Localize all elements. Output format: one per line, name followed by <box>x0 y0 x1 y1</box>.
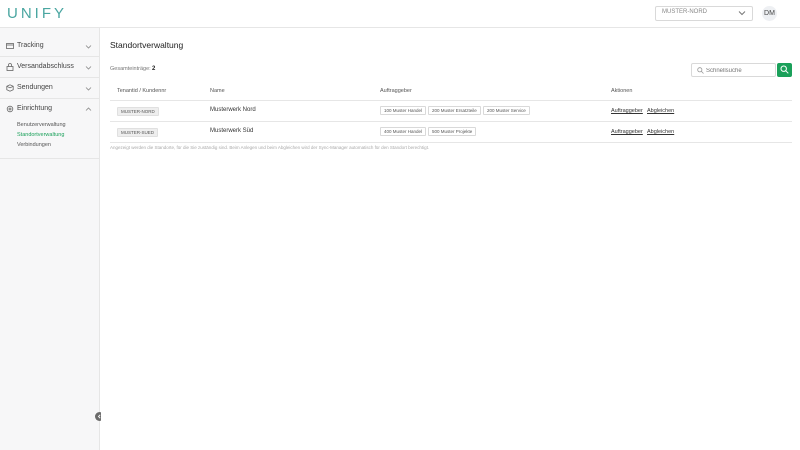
sidebar-item-einrichtung[interactable]: Einrichtung <box>0 100 100 120</box>
column-header: Name <box>210 88 225 94</box>
search-button[interactable] <box>777 63 792 77</box>
table-header: Tenantid / Kundennr Name Auftraggeber Ak… <box>110 81 792 101</box>
parcel-icon <box>6 84 14 92</box>
abgleichen-link[interactable]: Abgleichen <box>647 129 674 135</box>
tenant-select[interactable]: MUSTER-NORD <box>655 6 753 21</box>
chevron-down-icon <box>85 87 92 91</box>
sidebar-item-label: Sendungen <box>17 84 53 91</box>
chevron-down-icon <box>85 66 92 70</box>
sidebar: Tracking Versandabschluss Sendungen Einr… <box>0 28 100 450</box>
chevron-down-icon <box>738 11 746 16</box>
column-header: Aktionen <box>611 88 633 94</box>
client-chip: 500 Muster Projekte <box>428 127 477 136</box>
column-header: Tenantid / Kundennr <box>117 88 167 94</box>
sidebar-item-label: Tracking <box>17 42 44 49</box>
sidebar-subitem-benutzerverwaltung[interactable]: Benutzerverwaltung <box>17 122 66 128</box>
total-entries-count: 2 <box>152 66 156 72</box>
client-chip: 200 Muster Service <box>483 106 530 115</box>
auftraggeber-link[interactable]: Auftraggeber <box>611 129 643 135</box>
tenant-badge: MUSTER-NORD <box>117 107 159 116</box>
client-chip: 100 Muster Handel <box>380 106 427 115</box>
search-icon <box>780 65 789 74</box>
search-icon <box>697 67 704 74</box>
main-content: Standortverwaltung Gesamteinträge: 2 Ten… <box>101 28 800 450</box>
tenant-select-value: MUSTER-NORD <box>662 9 707 15</box>
chevron-down-icon <box>85 45 92 49</box>
sidebar-subitem-verbindungen[interactable]: Verbindungen <box>17 142 51 148</box>
footnote: Angezeigt werden die Standorte, für die … <box>110 145 430 150</box>
chevron-up-icon <box>85 107 92 111</box>
sidebar-item-label: Versandabschluss <box>17 63 74 70</box>
search-box[interactable] <box>691 63 776 77</box>
sidebar-item-sendungen[interactable]: Sendungen <box>0 79 100 99</box>
page-title: Standortverwaltung <box>110 40 184 50</box>
location-name: Musterwerk Nord <box>210 107 256 113</box>
lock-icon <box>6 63 14 71</box>
total-entries-label: Gesamteinträge: <box>110 66 151 72</box>
app-logo[interactable]: UNIFY <box>7 5 67 22</box>
tenant-badge: MUSTER-SUED <box>117 128 159 137</box>
client-chip: 400 Muster Handel <box>380 127 427 136</box>
top-bar: UNIFY MUSTER-NORD DM <box>0 0 800 28</box>
avatar[interactable]: DM <box>762 6 777 21</box>
sidebar-item-versandabschluss[interactable]: Versandabschluss <box>0 58 100 78</box>
client-chip: 200 Muster Ersatzteile <box>428 106 481 115</box>
sidebar-item-label: Einrichtung <box>17 105 53 112</box>
gear-icon <box>6 105 14 113</box>
location-name: Musterwerk Süd <box>210 128 254 134</box>
abgleichen-link[interactable]: Abgleichen <box>647 108 674 114</box>
table-row: MUSTER-NORD Musterwerk Nord 100 Muster H… <box>110 101 792 122</box>
column-header: Auftraggeber <box>380 88 412 94</box>
auftraggeber-link[interactable]: Auftraggeber <box>611 108 643 114</box>
divider <box>0 158 100 159</box>
sidebar-item-tracking[interactable]: Tracking <box>0 37 100 57</box>
sidebar-subitem-standortverwaltung[interactable]: Standortverwaltung <box>17 132 64 138</box>
table-row: MUSTER-SUED Musterwerk Süd 400 Muster Ha… <box>110 122 792 143</box>
box-icon <box>6 43 14 49</box>
search-input[interactable] <box>706 65 772 76</box>
